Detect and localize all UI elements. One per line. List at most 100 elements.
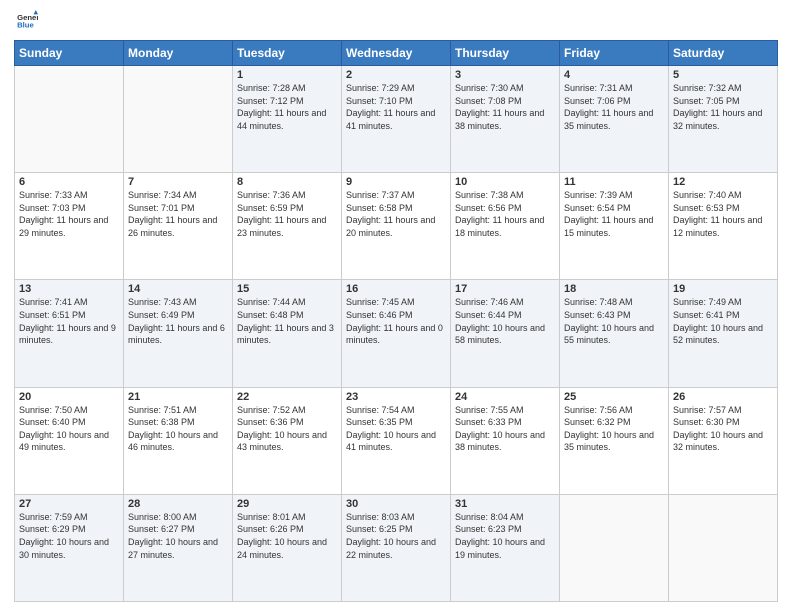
day-info: Sunrise: 7:38 AM Sunset: 6:56 PM Dayligh… (455, 189, 555, 239)
day-info: Sunrise: 7:31 AM Sunset: 7:06 PM Dayligh… (564, 82, 664, 132)
calendar-cell: 5Sunrise: 7:32 AM Sunset: 7:05 PM Daylig… (669, 66, 778, 173)
day-number: 8 (237, 176, 337, 188)
calendar-cell: 11Sunrise: 7:39 AM Sunset: 6:54 PM Dayli… (560, 173, 669, 280)
day-info: Sunrise: 7:32 AM Sunset: 7:05 PM Dayligh… (673, 82, 773, 132)
day-number: 22 (237, 391, 337, 403)
calendar-cell: 14Sunrise: 7:43 AM Sunset: 6:49 PM Dayli… (124, 280, 233, 387)
calendar-cell: 21Sunrise: 7:51 AM Sunset: 6:38 PM Dayli… (124, 387, 233, 494)
day-number: 12 (673, 176, 773, 188)
day-info: Sunrise: 7:49 AM Sunset: 6:41 PM Dayligh… (673, 296, 773, 346)
calendar-cell: 20Sunrise: 7:50 AM Sunset: 6:40 PM Dayli… (15, 387, 124, 494)
calendar-cell: 22Sunrise: 7:52 AM Sunset: 6:36 PM Dayli… (233, 387, 342, 494)
day-info: Sunrise: 7:33 AM Sunset: 7:03 PM Dayligh… (19, 189, 119, 239)
day-info: Sunrise: 7:59 AM Sunset: 6:29 PM Dayligh… (19, 511, 119, 561)
calendar-cell: 30Sunrise: 8:03 AM Sunset: 6:25 PM Dayli… (342, 494, 451, 601)
day-number: 11 (564, 176, 664, 188)
weekday-header-friday: Friday (560, 41, 669, 66)
calendar-cell (669, 494, 778, 601)
day-info: Sunrise: 7:28 AM Sunset: 7:12 PM Dayligh… (237, 82, 337, 132)
day-info: Sunrise: 8:00 AM Sunset: 6:27 PM Dayligh… (128, 511, 228, 561)
calendar-cell: 4Sunrise: 7:31 AM Sunset: 7:06 PM Daylig… (560, 66, 669, 173)
day-number: 23 (346, 391, 446, 403)
day-info: Sunrise: 7:29 AM Sunset: 7:10 PM Dayligh… (346, 82, 446, 132)
calendar-cell (15, 66, 124, 173)
day-number: 16 (346, 283, 446, 295)
day-info: Sunrise: 7:36 AM Sunset: 6:59 PM Dayligh… (237, 189, 337, 239)
calendar-week-row: 13Sunrise: 7:41 AM Sunset: 6:51 PM Dayli… (15, 280, 778, 387)
day-info: Sunrise: 7:41 AM Sunset: 6:51 PM Dayligh… (19, 296, 119, 346)
calendar-cell (560, 494, 669, 601)
header: General Blue (14, 10, 778, 32)
calendar-cell: 18Sunrise: 7:48 AM Sunset: 6:43 PM Dayli… (560, 280, 669, 387)
calendar-week-row: 27Sunrise: 7:59 AM Sunset: 6:29 PM Dayli… (15, 494, 778, 601)
day-number: 13 (19, 283, 119, 295)
day-number: 4 (564, 69, 664, 81)
calendar-cell: 1Sunrise: 7:28 AM Sunset: 7:12 PM Daylig… (233, 66, 342, 173)
calendar-cell: 15Sunrise: 7:44 AM Sunset: 6:48 PM Dayli… (233, 280, 342, 387)
calendar-cell: 19Sunrise: 7:49 AM Sunset: 6:41 PM Dayli… (669, 280, 778, 387)
day-number: 6 (19, 176, 119, 188)
day-number: 5 (673, 69, 773, 81)
day-info: Sunrise: 7:50 AM Sunset: 6:40 PM Dayligh… (19, 404, 119, 454)
day-info: Sunrise: 7:52 AM Sunset: 6:36 PM Dayligh… (237, 404, 337, 454)
logo: General Blue (14, 10, 38, 32)
day-info: Sunrise: 7:51 AM Sunset: 6:38 PM Dayligh… (128, 404, 228, 454)
calendar-cell: 29Sunrise: 8:01 AM Sunset: 6:26 PM Dayli… (233, 494, 342, 601)
calendar-week-row: 6Sunrise: 7:33 AM Sunset: 7:03 PM Daylig… (15, 173, 778, 280)
day-number: 2 (346, 69, 446, 81)
calendar-cell: 23Sunrise: 7:54 AM Sunset: 6:35 PM Dayli… (342, 387, 451, 494)
day-number: 1 (237, 69, 337, 81)
calendar-table: SundayMondayTuesdayWednesdayThursdayFrid… (14, 40, 778, 602)
calendar-cell: 2Sunrise: 7:29 AM Sunset: 7:10 PM Daylig… (342, 66, 451, 173)
day-info: Sunrise: 7:30 AM Sunset: 7:08 PM Dayligh… (455, 82, 555, 132)
calendar-cell: 6Sunrise: 7:33 AM Sunset: 7:03 PM Daylig… (15, 173, 124, 280)
weekday-header-row: SundayMondayTuesdayWednesdayThursdayFrid… (15, 41, 778, 66)
day-number: 17 (455, 283, 555, 295)
day-info: Sunrise: 7:39 AM Sunset: 6:54 PM Dayligh… (564, 189, 664, 239)
day-info: Sunrise: 7:45 AM Sunset: 6:46 PM Dayligh… (346, 296, 446, 346)
day-info: Sunrise: 7:54 AM Sunset: 6:35 PM Dayligh… (346, 404, 446, 454)
day-number: 26 (673, 391, 773, 403)
day-info: Sunrise: 7:37 AM Sunset: 6:58 PM Dayligh… (346, 189, 446, 239)
calendar-cell: 9Sunrise: 7:37 AM Sunset: 6:58 PM Daylig… (342, 173, 451, 280)
day-number: 31 (455, 498, 555, 510)
day-number: 19 (673, 283, 773, 295)
calendar-cell: 13Sunrise: 7:41 AM Sunset: 6:51 PM Dayli… (15, 280, 124, 387)
calendar-cell (124, 66, 233, 173)
weekday-header-thursday: Thursday (451, 41, 560, 66)
calendar-cell: 17Sunrise: 7:46 AM Sunset: 6:44 PM Dayli… (451, 280, 560, 387)
weekday-header-monday: Monday (124, 41, 233, 66)
day-info: Sunrise: 7:46 AM Sunset: 6:44 PM Dayligh… (455, 296, 555, 346)
logo-icon: General Blue (16, 10, 38, 32)
day-info: Sunrise: 7:44 AM Sunset: 6:48 PM Dayligh… (237, 296, 337, 346)
day-info: Sunrise: 7:34 AM Sunset: 7:01 PM Dayligh… (128, 189, 228, 239)
day-number: 9 (346, 176, 446, 188)
calendar-cell: 28Sunrise: 8:00 AM Sunset: 6:27 PM Dayli… (124, 494, 233, 601)
day-info: Sunrise: 7:43 AM Sunset: 6:49 PM Dayligh… (128, 296, 228, 346)
day-number: 27 (19, 498, 119, 510)
day-number: 24 (455, 391, 555, 403)
day-number: 7 (128, 176, 228, 188)
day-number: 29 (237, 498, 337, 510)
day-number: 18 (564, 283, 664, 295)
day-number: 30 (346, 498, 446, 510)
calendar-cell: 25Sunrise: 7:56 AM Sunset: 6:32 PM Dayli… (560, 387, 669, 494)
day-number: 3 (455, 69, 555, 81)
calendar-cell: 26Sunrise: 7:57 AM Sunset: 6:30 PM Dayli… (669, 387, 778, 494)
weekday-header-saturday: Saturday (669, 41, 778, 66)
day-number: 20 (19, 391, 119, 403)
calendar-cell: 31Sunrise: 8:04 AM Sunset: 6:23 PM Dayli… (451, 494, 560, 601)
day-info: Sunrise: 7:57 AM Sunset: 6:30 PM Dayligh… (673, 404, 773, 454)
day-number: 14 (128, 283, 228, 295)
calendar-cell: 3Sunrise: 7:30 AM Sunset: 7:08 PM Daylig… (451, 66, 560, 173)
day-info: Sunrise: 7:56 AM Sunset: 6:32 PM Dayligh… (564, 404, 664, 454)
day-number: 21 (128, 391, 228, 403)
day-number: 28 (128, 498, 228, 510)
day-number: 25 (564, 391, 664, 403)
day-info: Sunrise: 8:04 AM Sunset: 6:23 PM Dayligh… (455, 511, 555, 561)
day-number: 15 (237, 283, 337, 295)
calendar-cell: 16Sunrise: 7:45 AM Sunset: 6:46 PM Dayli… (342, 280, 451, 387)
day-info: Sunrise: 7:55 AM Sunset: 6:33 PM Dayligh… (455, 404, 555, 454)
calendar-cell: 7Sunrise: 7:34 AM Sunset: 7:01 PM Daylig… (124, 173, 233, 280)
day-info: Sunrise: 7:40 AM Sunset: 6:53 PM Dayligh… (673, 189, 773, 239)
